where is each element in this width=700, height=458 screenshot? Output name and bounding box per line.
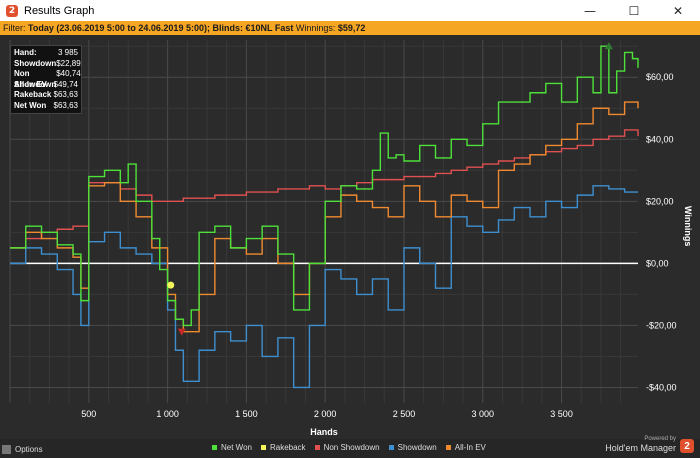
y-tick-label: $20,00	[646, 196, 674, 206]
x-tick-label: 3 000	[472, 409, 495, 419]
filter-bar[interactable]: Filter: Today (23.06.2019 5:00 to 24.06.…	[0, 21, 700, 35]
results-chart[interactable]: 500 1 000 1 500 2 000 2 500 3 000 3 500 -$40,00…	[0, 35, 700, 439]
y-tick-label: $40,00	[646, 134, 674, 144]
options-label: Options	[15, 444, 43, 454]
close-button[interactable]: ✕	[656, 0, 700, 21]
filter-winnings-label: Winnings:	[295, 23, 336, 33]
stat-row: Hand: 3 985	[14, 48, 78, 59]
stat-value: $22,89	[56, 58, 81, 68]
x-tick-label: 3 500	[550, 409, 573, 419]
y-tick-label: $0,00	[646, 258, 669, 268]
stat-value: $49,74	[53, 79, 78, 89]
options-icon	[2, 444, 11, 454]
results-graph[interactable]: 500 1 000 1 500 2 000 2 500 3 000 3 500 -$40,00…	[0, 35, 700, 439]
y-tick-label: -$20,00	[646, 320, 677, 330]
powered-by-label: Powered by	[644, 436, 676, 442]
stat-label: Rakeback	[14, 90, 52, 99]
filter-blinds: Blinds: €10NL Fast	[212, 23, 294, 33]
window-title: Results Graph	[24, 4, 95, 17]
stat-row: Net Won $63,63	[14, 101, 78, 112]
stat-label: Hand:	[14, 48, 37, 57]
minimize-button[interactable]: —	[568, 0, 612, 21]
maximize-button[interactable]: ☐	[612, 0, 656, 21]
stat-label: Non Showdown	[14, 69, 57, 89]
stat-value: 3 985	[57, 48, 78, 57]
x-tick-label: 2 000	[314, 409, 337, 419]
legend-item-all-in-ev[interactable]: All-In EV	[445, 443, 486, 452]
stat-value: $63,63	[53, 90, 78, 99]
legend-item-rakeback[interactable]: Rakeback	[260, 443, 306, 452]
stat-row: Rakeback $63,63	[14, 90, 78, 101]
holdem-manager-logo: 2	[680, 439, 694, 453]
legend-item-showdown[interactable]: Showdown	[388, 443, 437, 452]
series-line-showdown	[10, 185, 638, 389]
series-line-non-showdown	[10, 129, 639, 249]
legend-label: All-In EV	[454, 443, 486, 452]
stat-value: $40,74	[56, 69, 81, 78]
title-bar: 2 Results Graph — ☐ ✕	[0, 0, 700, 21]
legend-label: Showdown	[397, 443, 437, 452]
stat-row: Non Showdown $40,74	[14, 69, 81, 89]
x-axis-label: Hands	[310, 427, 338, 437]
options-button[interactable]: Options	[2, 442, 43, 456]
stat-row: All-In EV $49,74	[14, 80, 78, 91]
powered-by: Powered by Hold'em Manager	[605, 436, 676, 454]
legend-swatch	[314, 445, 320, 450]
x-tick-label: 1 000	[156, 409, 179, 419]
y-tick-label: -$40,00	[646, 382, 677, 392]
legend-label: Net Won	[221, 443, 252, 452]
y-axis-label: Winnings	[683, 206, 693, 246]
legend-label: Non Showdown	[323, 443, 380, 452]
x-tick-label: 2 500	[393, 409, 416, 419]
y-tick-label: $60,00	[646, 72, 674, 82]
legend-swatch	[212, 445, 217, 450]
x-tick-label: 1 500	[235, 409, 258, 419]
legend-item-non-showdown[interactable]: Non Showdown	[314, 443, 380, 452]
marker-rakeback	[167, 281, 175, 289]
chart-legend: Net Won Rakeback Non Showdown Showdown A…	[212, 443, 495, 452]
legend-swatch	[445, 445, 451, 450]
legend-item-net-won[interactable]: Net Won	[212, 443, 252, 452]
filter-winnings-value: $59,72	[337, 23, 366, 33]
stat-label: Showdown	[14, 58, 57, 68]
stat-label: All-In EV	[14, 79, 47, 89]
stat-row: Showdown $22,89	[14, 58, 81, 70]
filter-label: Filter:	[3, 23, 26, 33]
stat-value: $63,63	[53, 100, 78, 110]
legend-label: Rakeback	[269, 443, 306, 452]
stat-label: Net Won	[14, 100, 47, 110]
stats-panel: Hand: 3 985 Showdown $22,89 Non Showdown $4…	[10, 45, 82, 114]
brand-name: Hold'em Manager	[605, 443, 676, 453]
legend-swatch	[388, 445, 394, 450]
x-tick-label: 500	[81, 409, 96, 419]
holdem-manager-icon: 2	[6, 4, 18, 17]
legend-swatch	[260, 445, 266, 450]
filter-date-range: Today (23.06.2019 5:00 to 24.06.2019 5:0…	[28, 23, 210, 33]
